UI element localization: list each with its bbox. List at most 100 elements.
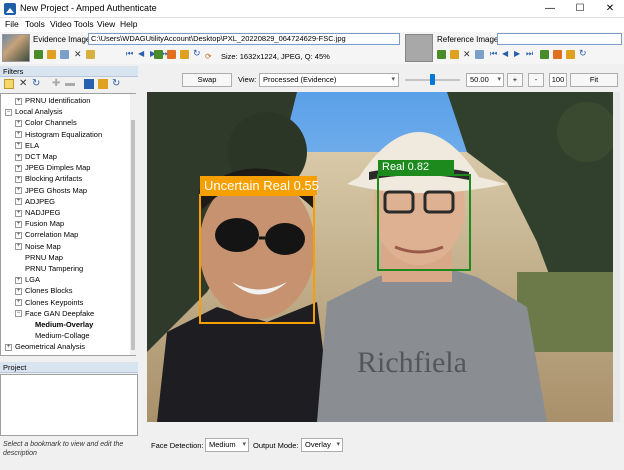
export-icon[interactable] <box>167 50 176 59</box>
tree-item[interactable]: + Noise Map <box>15 241 61 252</box>
maximize-button[interactable]: ☐ <box>566 0 594 18</box>
add-filter-icon[interactable]: ✚ <box>52 78 60 89</box>
tree-item[interactable]: + ADJPEG <box>15 196 55 207</box>
swap-button[interactable]: Swap <box>182 73 232 87</box>
close-button[interactable]: ✕ <box>596 0 624 18</box>
menu-file[interactable]: File <box>5 19 19 29</box>
expand-icon[interactable]: + <box>15 142 22 150</box>
tree-item[interactable]: − Local Analysis <box>5 106 63 117</box>
add-image-icon[interactable] <box>154 50 163 59</box>
menu-tools[interactable]: Tools <box>25 19 45 29</box>
expand-icon[interactable]: + <box>15 299 22 307</box>
zoom-in-button[interactable]: + <box>507 73 523 87</box>
expand-icon[interactable]: + <box>15 164 22 172</box>
clear-icon[interactable]: ✕ <box>74 49 82 60</box>
ref-prev-icon[interactable]: ◀ <box>502 49 508 58</box>
face-detection-select[interactable]: Medium ▾ <box>205 438 249 452</box>
tree-item[interactable]: + Clones Keypoints <box>15 297 83 308</box>
open-image-icon[interactable] <box>34 50 43 59</box>
expand-icon[interactable]: + <box>15 209 22 217</box>
expand-icon[interactable]: + <box>15 187 22 195</box>
ref-clear-icon[interactable]: ✕ <box>463 49 471 60</box>
tree-item[interactable]: + LGA <box>15 274 40 285</box>
ref-last-icon[interactable]: ⏭ <box>526 49 533 59</box>
ref-folder-icon[interactable] <box>450 50 459 59</box>
tree-item[interactable]: − Face GAN Deepfake <box>15 308 94 319</box>
refresh-icon[interactable]: ⟳ <box>205 52 212 61</box>
minimize-button[interactable]: — <box>536 0 564 18</box>
tree-item[interactable]: + JPEG Ghosts Map <box>15 185 87 196</box>
tree-item[interactable]: PRNU Map <box>15 252 63 263</box>
expand-icon[interactable]: + <box>15 175 22 183</box>
tree-item[interactable]: + Blocking Artifacts <box>15 173 82 184</box>
refresh-filter-icon[interactable]: ↻ <box>32 78 40 89</box>
new-filter-icon[interactable] <box>4 79 14 89</box>
ref-save-icon[interactable] <box>475 50 484 59</box>
evidence-path-field[interactable]: C:\Users\WDAGUtilityAccount\Desktop\PXL_… <box>88 33 400 45</box>
zoom-100-button[interactable]: 100 <box>549 73 567 87</box>
expand-icon[interactable]: + <box>15 153 22 161</box>
expand-icon[interactable]: + <box>15 131 22 139</box>
reload-filter-icon[interactable]: ↻ <box>112 78 120 89</box>
zoom-out-button[interactable]: - <box>528 73 544 87</box>
expand-icon[interactable]: + <box>15 97 22 105</box>
tree-item[interactable]: + ELA <box>15 140 39 151</box>
ref-reload-icon[interactable]: ↻ <box>579 48 587 59</box>
tree-item[interactable]: + DCT Map <box>15 151 57 162</box>
open-folder-icon[interactable] <box>47 50 56 59</box>
fit-button[interactable]: Fit <box>570 73 618 87</box>
tree-item[interactable]: + JPEG Dimples Map <box>15 162 90 173</box>
expand-icon[interactable]: + <box>15 287 22 295</box>
ref-add-icon[interactable] <box>540 50 549 59</box>
browse-icon[interactable] <box>180 50 189 59</box>
tree-item[interactable]: + Geometrical Analysis <box>5 341 85 352</box>
first-icon[interactable]: ⏮ <box>126 49 133 59</box>
reload-icon[interactable]: ↻ <box>193 48 201 59</box>
collapse-icon[interactable]: − <box>15 310 22 318</box>
filter-scrollbar-thumb[interactable] <box>131 120 135 350</box>
prev-icon[interactable]: ◀ <box>138 49 144 58</box>
collapse-icon[interactable]: − <box>5 108 12 116</box>
menu-help[interactable]: Help <box>120 19 137 29</box>
remove-filter-icon[interactable]: ▬ <box>65 78 75 89</box>
project-list[interactable] <box>0 374 138 436</box>
tree-item[interactable]: + Fusion Map <box>15 218 64 229</box>
tree-item[interactable]: + Histogram Equalization <box>15 129 102 140</box>
menu-video-tools[interactable]: Video Tools <box>50 19 94 29</box>
expand-icon[interactable]: + <box>15 231 22 239</box>
output-mode-select[interactable]: Overlay ▾ <box>301 438 343 452</box>
tree-item[interactable]: + Correlation Map <box>15 229 78 240</box>
image-viewer[interactable]: Richfiela Uncertain Real 0.55 Real 0.82 <box>147 92 613 422</box>
zoom-slider-thumb[interactable] <box>430 74 435 85</box>
reference-thumbnail[interactable] <box>405 34 433 62</box>
save-filter-icon[interactable] <box>84 79 94 89</box>
ref-next-icon[interactable]: ▶ <box>514 49 520 58</box>
tree-item[interactable]: Medium-Overlay <box>25 319 93 330</box>
expand-icon[interactable]: + <box>15 276 22 284</box>
tree-item[interactable]: Medium-Collage <box>25 330 90 341</box>
evidence-thumbnail[interactable] <box>2 34 30 62</box>
ref-open-icon[interactable] <box>437 50 446 59</box>
expand-icon[interactable]: + <box>5 343 12 351</box>
expand-icon[interactable]: + <box>15 198 22 206</box>
zoom-select[interactable]: 50.00 ▾ <box>466 73 504 87</box>
folder-icon[interactable] <box>86 50 95 59</box>
tree-item[interactable]: + NADJPEG <box>15 207 60 218</box>
save-icon[interactable] <box>60 50 69 59</box>
open-filter-icon[interactable] <box>98 79 108 89</box>
expand-icon[interactable]: + <box>15 119 22 127</box>
expand-icon[interactable]: + <box>15 220 22 228</box>
tree-item[interactable]: PRNU Tampering <box>15 263 83 274</box>
ref-export-icon[interactable] <box>553 50 562 59</box>
tree-item[interactable]: + PRNU Identification <box>15 95 90 106</box>
reference-path-field[interactable] <box>497 33 622 45</box>
viewer-scrollbar[interactable] <box>613 92 620 422</box>
tree-item[interactable]: + Color Channels <box>15 117 77 128</box>
expand-icon[interactable]: + <box>15 243 22 251</box>
view-select[interactable]: Processed (Evidence) ▾ <box>259 73 399 87</box>
ref-first-icon[interactable]: ⏮ <box>490 49 497 59</box>
tree-item[interactable]: + Clones Blocks <box>15 285 73 296</box>
menu-view[interactable]: View <box>97 19 115 29</box>
ref-browse-icon[interactable] <box>566 50 575 59</box>
delete-filter-icon[interactable]: ✕ <box>19 78 27 89</box>
